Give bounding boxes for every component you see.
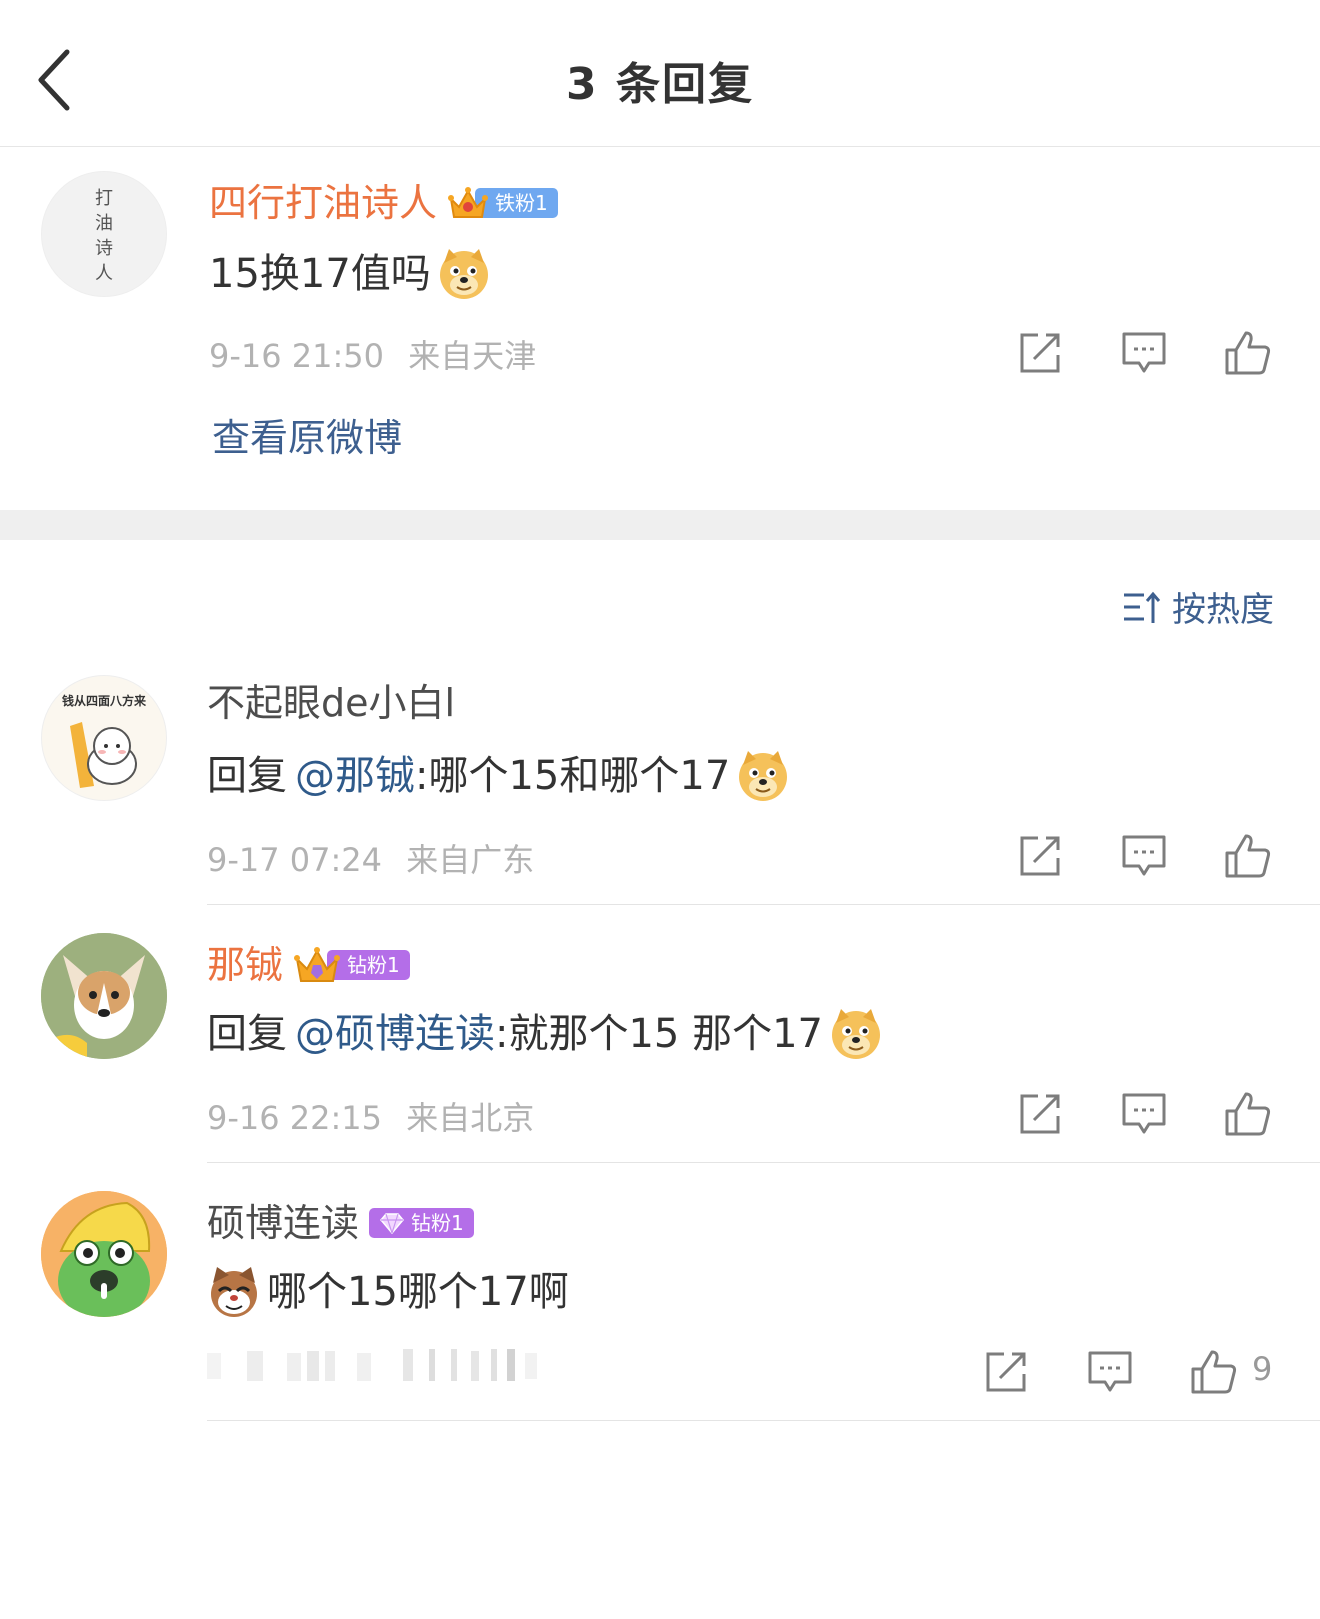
share-button[interactable] (1014, 830, 1066, 882)
fan-badge[interactable]: 钻粉1 (293, 947, 410, 982)
share-icon (1020, 836, 1060, 876)
comment-meta: 9-17 07:24 来自广东 (207, 835, 534, 881)
comment-button[interactable] (1118, 830, 1170, 882)
comment-icon (1122, 1093, 1166, 1134)
avatar[interactable]: 钱从四面八方来 (41, 675, 167, 801)
comment-actions (1014, 327, 1274, 379)
comment-button[interactable] (1118, 327, 1170, 379)
comment-meta: 9-16 21:50 来自天津 (209, 331, 536, 377)
share-button[interactable] (980, 1346, 1032, 1398)
comment-time: 9-17 07:24 (207, 841, 383, 879)
comment-actions (1014, 1088, 1274, 1140)
doge-emoji (832, 1009, 880, 1059)
comment-time: 9-16 21:50 (209, 337, 385, 375)
comment-actions (1014, 830, 1274, 882)
row-divider (207, 1420, 1320, 1421)
username[interactable]: 不起眼de小白l (207, 680, 455, 726)
username[interactable]: 硕博连读 钻粉1 (207, 1200, 474, 1246)
comment-text-body: 15换17值吗 (209, 251, 431, 297)
like-icon (1225, 834, 1271, 878)
avatar[interactable]: 打 油 诗 人 (41, 171, 167, 297)
mention-link[interactable]: @硕博连读 (295, 1009, 495, 1059)
top-bar: 3 条回复 (0, 0, 1320, 147)
avatar[interactable] (41, 933, 167, 1059)
username-text: 硕博连读 (207, 1201, 360, 1245)
page-title: 3 条回复 (566, 59, 754, 110)
row-divider (207, 904, 1320, 905)
frog-banana-illustration (41, 1191, 167, 1317)
comment-time: 9-16 22:15 (207, 1099, 383, 1137)
badge-pill: 钻粉1 (369, 1208, 474, 1238)
like-icon (1225, 1092, 1271, 1136)
like-button[interactable] (1222, 327, 1274, 379)
comment-text: 回复 @那铖 :哪个15和哪个17 (207, 749, 790, 803)
share-icon (1020, 333, 1060, 373)
comment-button[interactable] (1118, 1088, 1170, 1140)
comment-text-body: :就那个15 那个17 (495, 1011, 823, 1057)
dog-photo (41, 933, 167, 1059)
crown-icon (448, 187, 489, 218)
reply-prefix: 回复 (207, 753, 287, 799)
comment-text: 回复 @硕博连读 :就那个15 那个17 (207, 1007, 883, 1061)
doge-emoji (739, 751, 788, 801)
comment-text-body: :哪个15和哪个17 (415, 753, 731, 799)
share-icon (986, 1352, 1026, 1392)
comment-button[interactable] (1084, 1346, 1136, 1398)
like-icon (1191, 1350, 1237, 1394)
avatar-text: 人 (95, 263, 113, 284)
cat-illustration (70, 722, 137, 788)
sort-icon (1124, 591, 1161, 623)
like-button[interactable] (1222, 1088, 1274, 1140)
avatar-text: 打 (95, 188, 113, 209)
comment-text: 哪个15哪个17啊 (207, 1265, 569, 1319)
diamond-icon (380, 1213, 404, 1234)
username-text: 四行打油诗人 (209, 181, 438, 225)
like-count: 9 (1252, 1350, 1273, 1388)
blurred-text (207, 1349, 537, 1381)
sort-button[interactable]: 按热度 (1122, 582, 1274, 631)
view-original-link[interactable]: 查看原微博 (212, 407, 402, 462)
share-icon (1020, 1094, 1060, 1134)
share-button[interactable] (1014, 1088, 1066, 1140)
comment-icon (1122, 332, 1166, 373)
fan-badge[interactable]: 铁粉1 (447, 187, 558, 218)
comment-actions: 9 (980, 1346, 1280, 1398)
mention-link[interactable]: @那铖 (295, 751, 415, 801)
cat-emoji (211, 1267, 257, 1317)
username[interactable]: 四行打油诗人 铁粉1 (209, 180, 558, 226)
like-icon (1225, 331, 1271, 375)
crown-icon (294, 947, 341, 982)
section-divider (0, 510, 1320, 540)
badge-label: 钻粉1 (411, 1211, 464, 1235)
comment-location: 来自北京 (406, 1099, 535, 1137)
comment-icon (1088, 1351, 1132, 1392)
like-button[interactable] (1188, 1346, 1240, 1398)
row-divider (207, 1162, 1320, 1163)
username[interactable]: 那铖 钻粉1 (207, 942, 410, 988)
comment-text-body: 哪个15哪个17啊 (267, 1269, 569, 1315)
like-button[interactable] (1222, 830, 1274, 882)
share-button[interactable] (1014, 327, 1066, 379)
comment-icon (1122, 835, 1166, 876)
comment-location: 来自天津 (408, 337, 537, 375)
comment-location: 来自广东 (406, 841, 535, 879)
avatar-text: 诗 (95, 238, 113, 259)
comment-text: 15换17值吗 (209, 247, 491, 301)
avatar-text: 油 (95, 213, 113, 234)
blurred-meta (207, 1345, 547, 1385)
avatar[interactable] (41, 1191, 167, 1317)
doge-emoji (439, 249, 488, 299)
reply-prefix: 回复 (207, 1011, 287, 1057)
comment-meta: 9-16 22:15 来自北京 (207, 1093, 534, 1139)
username-text: 那铖 (207, 943, 284, 987)
fan-badge[interactable]: 钻粉1 (369, 1208, 474, 1238)
sort-label: 按热度 (1172, 590, 1274, 630)
username-text: 不起眼de小白l (207, 681, 456, 725)
